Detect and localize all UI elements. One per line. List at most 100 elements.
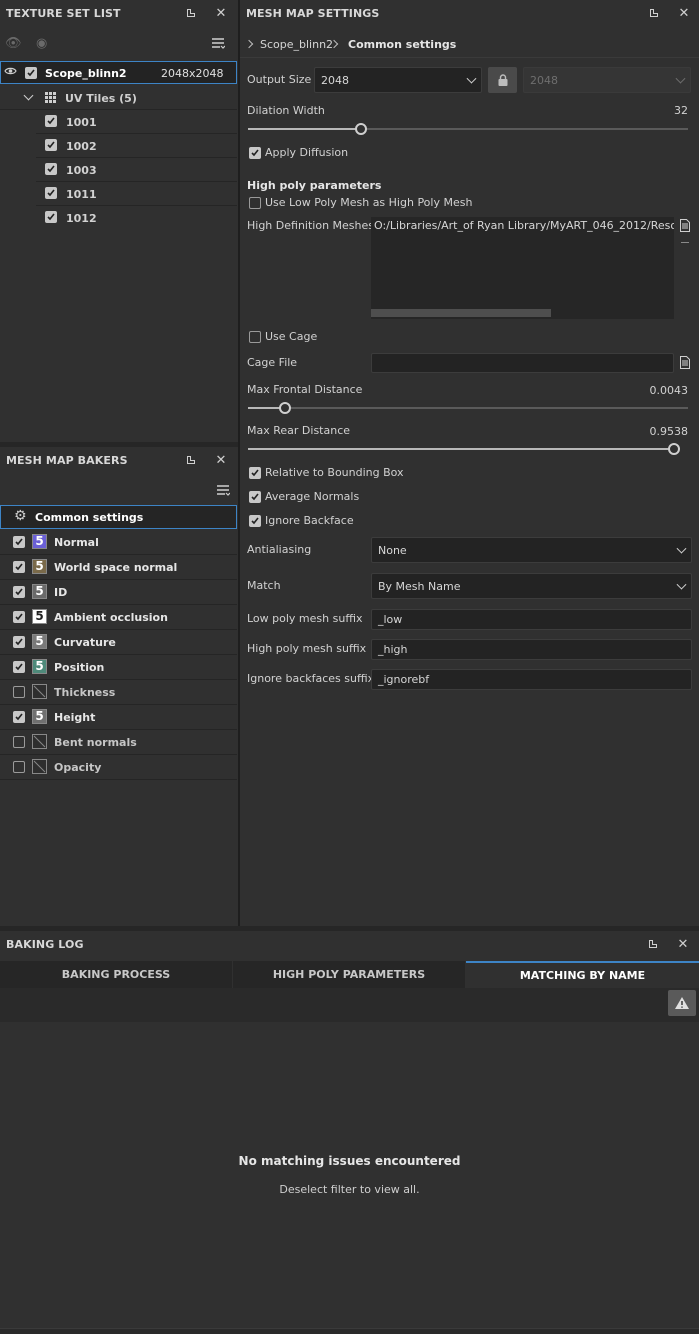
baker-row[interactable]: 5 Curvature — [0, 630, 237, 655]
chevron-down-icon[interactable] — [23, 90, 34, 101]
use-cage-label: Use Cage — [265, 330, 318, 343]
breadcrumb-parent[interactable]: Scope_blinn2 — [260, 38, 333, 51]
list-options-icon[interactable] — [216, 484, 231, 496]
tile-checkbox[interactable] — [45, 115, 57, 127]
relative-bbox-checkbox[interactable] — [249, 467, 261, 479]
list-options-icon[interactable] — [211, 37, 226, 49]
panel-title: MESH MAP SETTINGS — [246, 7, 380, 20]
antialiasing-select[interactable]: None — [371, 537, 692, 563]
tile-checkbox[interactable] — [45, 139, 57, 151]
visibility-eye-icon[interactable] — [4, 66, 17, 79]
tab-label: HIGH POLY PARAMETERS — [272, 968, 426, 981]
ignore-suffix-input[interactable]: _ignorebf — [371, 669, 692, 690]
dock-icon[interactable] — [184, 453, 198, 467]
baker-row[interactable]: 5 Position — [0, 655, 237, 680]
ignore-backface-checkbox[interactable] — [249, 515, 261, 527]
texture-set-row[interactable]: Scope_blinn2 2048x2048 — [0, 61, 237, 84]
opacity-map-icon — [32, 759, 47, 774]
log-message: No matching issues encountered — [238, 1154, 461, 1168]
high-suffix-input[interactable]: _high — [371, 639, 692, 660]
tab-baking-process[interactable]: BAKING PROCESS — [0, 961, 232, 988]
baker-row[interactable]: 5 Height — [0, 705, 237, 730]
lock-button[interactable] — [488, 67, 517, 93]
file-browse-icon[interactable] — [680, 356, 690, 372]
match-select[interactable]: By Mesh Name — [371, 573, 692, 599]
baker-checkbox[interactable] — [13, 636, 25, 648]
hd-mesh-path[interactable]: O:/Libraries/Art_of Ryan Library/MyART_0… — [374, 219, 674, 232]
uv-tile-row[interactable]: 1002 — [36, 134, 237, 158]
horizontal-scrollbar[interactable] — [371, 309, 551, 317]
baker-checkbox[interactable] — [13, 611, 25, 623]
warning-filter-button[interactable] — [668, 990, 696, 1016]
close-icon[interactable]: ✕ — [214, 453, 228, 468]
max-rear-value: 0.9538 — [649, 425, 689, 438]
thickness-map-icon — [32, 684, 47, 699]
uv-tile-row[interactable]: 1001 — [36, 110, 237, 134]
breadcrumb-current: Common settings — [348, 38, 457, 51]
average-normals-checkbox[interactable] — [249, 491, 261, 503]
normal-map-icon: 5 — [32, 534, 47, 549]
low-suffix-input[interactable]: _low — [371, 609, 692, 630]
close-icon[interactable]: ✕ — [676, 937, 690, 952]
baker-checkbox[interactable] — [13, 561, 25, 573]
tile-checkbox[interactable] — [45, 187, 57, 199]
tab-label: MATCHING BY NAME — [519, 969, 646, 982]
max-rear-slider-handle[interactable] — [668, 443, 680, 455]
baker-label: Curvature — [54, 636, 116, 649]
baker-checkbox[interactable] — [13, 536, 25, 548]
baker-row[interactable]: 5 Ambient occlusion — [0, 605, 237, 630]
tab-high-poly-parameters[interactable]: HIGH POLY PARAMETERS — [233, 961, 465, 988]
baker-row[interactable]: Thickness — [0, 680, 237, 705]
texture-set-checkbox[interactable] — [25, 67, 37, 79]
uv-tile-row[interactable]: 1012 — [36, 206, 237, 230]
baker-label: Bent normals — [54, 736, 137, 749]
baker-row[interactable]: 5 Normal — [0, 530, 237, 555]
max-frontal-slider-track[interactable] — [248, 407, 688, 409]
match-label: Match — [247, 579, 281, 592]
cage-file-input[interactable] — [371, 353, 674, 373]
hd-meshes-list[interactable]: O:/Libraries/Art_of Ryan Library/MyART_0… — [371, 217, 674, 319]
tile-checkbox[interactable] — [45, 211, 57, 223]
baker-checkbox[interactable] — [13, 711, 25, 723]
hide-all-icon[interactable]: 👁 — [5, 36, 22, 51]
apply-diffusion-checkbox[interactable] — [249, 147, 261, 159]
ao-map-icon: 5 — [32, 609, 47, 624]
panel-title: TEXTURE SET LIST — [6, 7, 121, 20]
baker-row[interactable]: 5 World space normal — [0, 555, 237, 580]
tab-matching-by-name[interactable]: MATCHING BY NAME — [466, 961, 699, 988]
baker-checkbox[interactable] — [13, 736, 25, 748]
dock-icon[interactable] — [647, 6, 661, 20]
baker-checkbox[interactable] — [13, 686, 25, 698]
remove-mesh-icon[interactable] — [681, 242, 689, 243]
average-normals-label: Average Normals — [265, 490, 360, 503]
baker-checkbox[interactable] — [13, 661, 25, 673]
dock-icon[interactable] — [184, 6, 198, 20]
uv-tile-row[interactable]: 1003 — [36, 158, 237, 182]
baker-row[interactable]: Opacity — [0, 755, 237, 780]
dock-icon[interactable] — [646, 937, 660, 951]
panel-title: MESH MAP BAKERS — [6, 454, 128, 467]
show-all-icon[interactable]: ◉ — [36, 36, 52, 51]
height-map-icon: 5 — [32, 709, 47, 724]
dilation-slider-handle[interactable] — [355, 123, 367, 135]
baker-row[interactable]: Bent normals — [0, 730, 237, 755]
output-size-select[interactable]: 2048 — [314, 67, 482, 93]
use-cage-checkbox[interactable] — [249, 331, 261, 343]
close-icon[interactable]: ✕ — [214, 6, 228, 21]
output-size-locked-value: 2048 — [530, 73, 558, 87]
texture-set-list-panel: TEXTURE SET LIST ✕ 👁 ◉ Scope_blinn2 2048… — [0, 0, 238, 442]
baker-checkbox[interactable] — [13, 761, 25, 773]
uv-tiles-row[interactable]: UV Tiles (5) — [0, 86, 237, 110]
tile-label: 1002 — [66, 140, 97, 153]
use-low-poly-checkbox[interactable] — [249, 197, 261, 209]
close-icon[interactable]: ✕ — [677, 6, 691, 21]
max-frontal-slider-handle[interactable] — [279, 402, 291, 414]
tile-checkbox[interactable] — [45, 163, 57, 175]
file-browse-icon[interactable] — [680, 219, 690, 235]
dilation-slider-fill — [248, 128, 361, 130]
baker-checkbox[interactable] — [13, 586, 25, 598]
baker-row[interactable]: 5 ID — [0, 580, 237, 605]
common-settings-row[interactable]: ⚙ Common settings — [0, 505, 237, 529]
uv-tile-row[interactable]: 1011 — [36, 182, 237, 206]
log-toolbar — [0, 988, 699, 1022]
